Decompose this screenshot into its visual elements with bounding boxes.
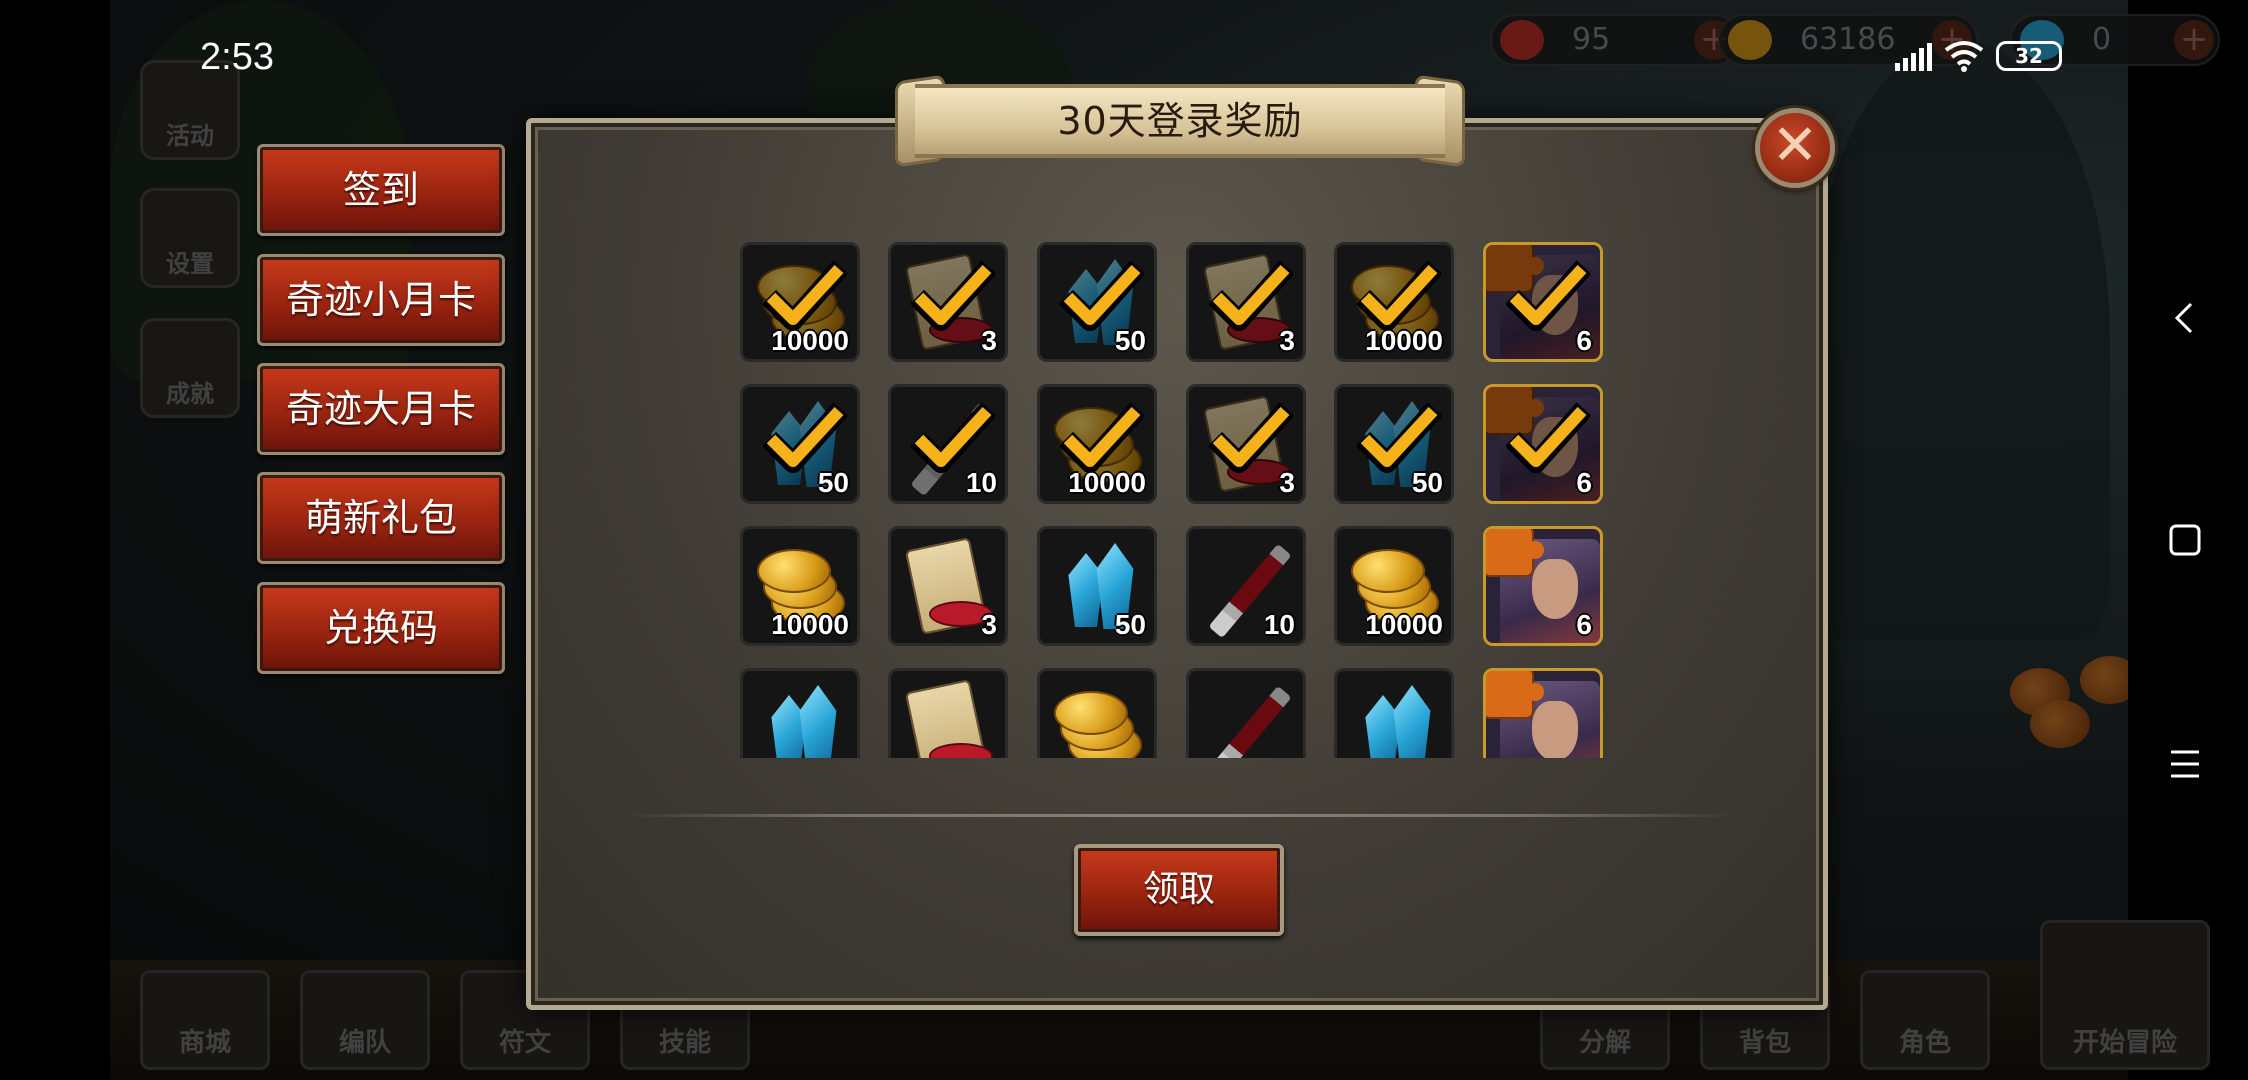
reward-slot[interactable]: 10000 (1334, 242, 1454, 362)
menu-small-monthly-card-button[interactable]: 奇迹小月卡 (257, 254, 505, 346)
reward-slot[interactable]: 10000 (740, 526, 860, 646)
coins-icon (1040, 671, 1154, 758)
crystal-icon (743, 671, 857, 758)
reward-slot[interactable]: 10 (888, 384, 1008, 504)
reward-slot[interactable]: 6 (1483, 242, 1603, 362)
close-button[interactable]: ✕ (1755, 108, 1835, 188)
reward-slot[interactable]: 50 (1037, 242, 1157, 362)
reward-count: 50 (1114, 609, 1146, 640)
reward-slot[interactable]: 50 (740, 384, 860, 504)
menu-icon[interactable] (2165, 744, 2205, 784)
reward-count: 10000 (1365, 609, 1443, 640)
claim-button[interactable]: 领取 (1074, 844, 1284, 936)
status-icons: 32 (1895, 40, 2062, 72)
reward-slot[interactable] (1483, 668, 1603, 758)
crystal-icon (1337, 671, 1451, 758)
back-icon[interactable] (2165, 298, 2205, 338)
menu-large-monthly-card-button[interactable]: 奇迹大月卡 (257, 363, 505, 455)
reward-count: 10000 (1365, 325, 1443, 356)
syringe-icon (1189, 671, 1303, 758)
signal-icon (1895, 41, 1932, 71)
status-time: 2:53 (200, 36, 274, 78)
menu-sign-in-button[interactable]: 签到 (257, 144, 505, 236)
reward-count: 10 (965, 467, 997, 498)
reward-slot[interactable]: 10000 (1334, 526, 1454, 646)
reward-slot[interactable]: 3 (1186, 384, 1306, 504)
wifi-icon (1944, 41, 1984, 72)
menu-redeem-code-button[interactable]: 兑换码 (257, 582, 505, 674)
hero-fragment-icon (1486, 671, 1600, 758)
reward-count: 6 (1576, 325, 1592, 356)
divider (620, 814, 1740, 817)
reward-count: 3 (981, 609, 997, 640)
reward-count: 3 (981, 325, 997, 356)
reward-count: 50 (817, 467, 849, 498)
reward-slot[interactable]: 10 (1186, 526, 1306, 646)
close-icon: ✕ (1771, 113, 1819, 178)
menu-newbie-pack-button[interactable]: 萌新礼包 (257, 472, 505, 564)
reward-count: 6 (1576, 609, 1592, 640)
reward-slot[interactable]: 6 (1483, 526, 1603, 646)
scroll-icon (891, 671, 1005, 758)
reward-count: 50 (1114, 325, 1146, 356)
reward-slot[interactable] (740, 668, 860, 758)
reward-count: 3 (1279, 467, 1295, 498)
battery-icon: 32 (1996, 41, 2062, 71)
reward-slot[interactable]: 50 (1334, 384, 1454, 504)
reward-grid[interactable]: 10000 3 50 3 10000 6 50 10 10000 3 50 6 10000 3 50 10 10… (740, 242, 1610, 758)
reward-count: 50 (1411, 467, 1443, 498)
reward-slot[interactable] (1037, 668, 1157, 758)
reward-count: 6 (1576, 467, 1592, 498)
reward-count: 3 (1279, 325, 1295, 356)
reward-count: 10000 (771, 325, 849, 356)
reward-slot[interactable]: 3 (888, 526, 1008, 646)
reward-count: 10000 (1068, 467, 1146, 498)
reward-slot[interactable]: 10000 (1037, 384, 1157, 504)
reward-slot[interactable]: 3 (888, 242, 1008, 362)
reward-count: 10000 (771, 609, 849, 640)
reward-slot[interactable]: 10000 (740, 242, 860, 362)
reward-slot[interactable] (1334, 668, 1454, 758)
reward-slot[interactable] (1186, 668, 1306, 758)
reward-slot[interactable] (888, 668, 1008, 758)
dialog-title: 30天登录奖励 (1057, 99, 1303, 143)
home-icon[interactable] (2165, 520, 2205, 560)
dialog-title-banner: 30天登录奖励 (895, 74, 1465, 168)
reward-slot[interactable]: 3 (1186, 242, 1306, 362)
reward-count: 10 (1263, 609, 1295, 640)
reward-slot[interactable]: 50 (1037, 526, 1157, 646)
reward-slot[interactable]: 6 (1483, 384, 1603, 504)
